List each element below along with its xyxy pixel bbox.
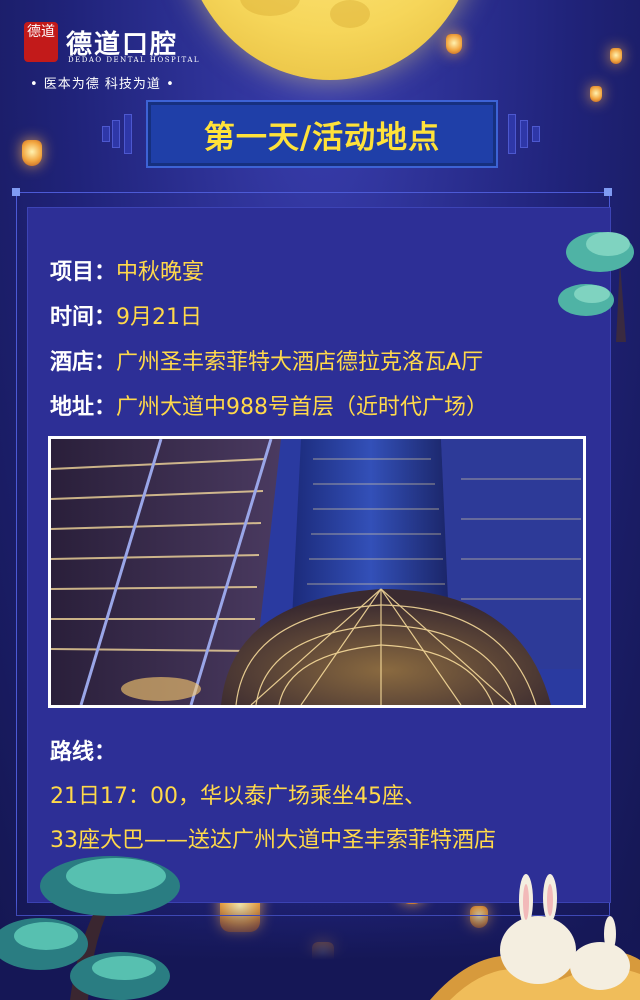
hospital-logo: 德道 德道口腔 DEDAO DENTAL HOSPITAL • 医本为德 科技为… [16, 20, 216, 92]
page-title: 第一天/活动地点 [203, 119, 441, 156]
info-value: 广州大道中988号首层（近时代广场） [116, 395, 489, 420]
info-label: 时间： [50, 305, 117, 330]
logo-mark: 德道 [24, 22, 58, 62]
lantern-icon [590, 86, 602, 102]
route-label: 路线： [50, 740, 117, 765]
moon-decoration [180, 0, 480, 80]
banner-decoration [124, 114, 132, 154]
info-label: 地址： [50, 395, 117, 420]
banner-decoration [112, 120, 120, 148]
info-value: 中秋晚宴 [116, 260, 205, 285]
hotel-photo [48, 436, 586, 708]
banner-decoration [520, 120, 528, 148]
logo-subtitle: DEDAO DENTAL HOSPITAL [68, 56, 201, 64]
pine-tree-decoration [558, 232, 634, 342]
frame-corner [12, 188, 20, 196]
banner-decoration [508, 114, 516, 154]
info-value: 广州圣丰索菲特大酒店德拉克洛瓦A厅 [116, 350, 484, 375]
lantern-icon [610, 48, 622, 64]
rabbit-decoration [430, 874, 640, 1000]
pine-tree-decoration [0, 856, 180, 1000]
title-banner: 第一天/活动地点 [96, 100, 544, 168]
banner-decoration [532, 126, 540, 142]
info-value: 9月21日 [116, 305, 203, 330]
event-project: 项目：中秋晚宴 [50, 254, 204, 286]
event-hotel: 酒店：广州圣丰索菲特大酒店德拉克洛瓦A厅 [50, 344, 483, 376]
info-label: 酒店： [50, 350, 117, 375]
lantern-icon [22, 140, 42, 166]
event-time: 时间：9月21日 [50, 299, 202, 331]
event-address: 地址：广州大道中988号首层（近时代广场） [50, 389, 488, 421]
lantern-icon [446, 34, 462, 54]
route-line: 21日17：00，华以泰广场乘坐45座、 [50, 784, 426, 809]
logo-slogan: • 医本为德 科技为道 • [30, 77, 175, 92]
info-label: 项目： [50, 260, 117, 285]
frame-corner [604, 188, 612, 196]
hotel-building-illustration [51, 439, 583, 705]
title-box: 第一天/活动地点 [146, 100, 498, 168]
banner-decoration [102, 126, 110, 142]
